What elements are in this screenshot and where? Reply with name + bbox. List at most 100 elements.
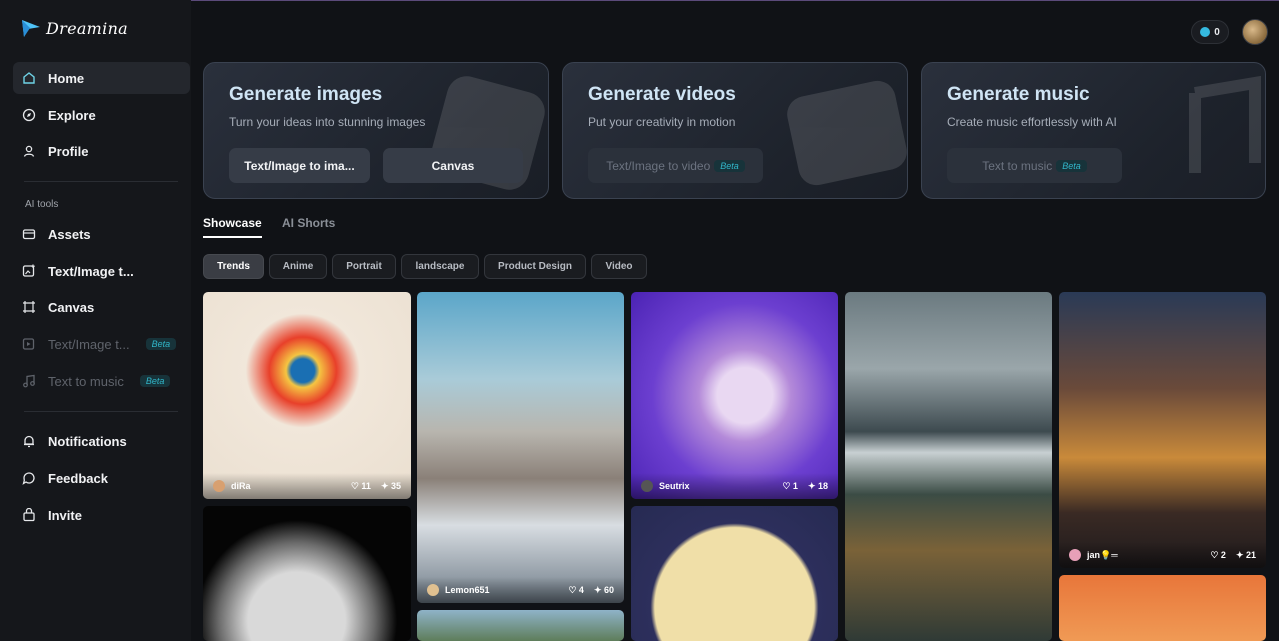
button-label: Text to music	[982, 158, 1053, 173]
image-author[interactable]: Seutrix	[641, 480, 772, 492]
gallery-image-landscape-small[interactable]	[417, 610, 624, 641]
home-icon	[22, 71, 36, 85]
gift-icon	[22, 508, 36, 522]
author-avatar	[641, 480, 653, 492]
brand-name: Dreamina	[46, 18, 129, 38]
card-title: Generate music	[947, 84, 1090, 105]
remix-count[interactable]: ✦ 35	[381, 481, 401, 492]
beta-badge: Beta	[714, 159, 745, 172]
music-icon	[22, 374, 36, 388]
image-meta: Seutrix ♡ 1 ✦ 18	[631, 473, 838, 499]
canvas-button[interactable]: Canvas	[383, 148, 523, 183]
beta-badge: Beta	[1056, 159, 1087, 172]
credit-icon	[1200, 27, 1211, 37]
gallery-image-city-sketch[interactable]	[203, 506, 411, 641]
nav-explore[interactable]: Explore	[13, 99, 190, 131]
like-count[interactable]: ♡ 1	[782, 481, 798, 492]
ai-tools-label: AI tools	[25, 199, 59, 210]
filter-product-design[interactable]: Product Design	[484, 254, 586, 279]
card-title: Generate videos	[588, 84, 736, 105]
tool-label: Assets	[48, 226, 91, 242]
remix-count[interactable]: ✦ 18	[808, 481, 828, 492]
credits-count: 0	[1214, 26, 1220, 38]
filter-anime[interactable]: Anime	[269, 254, 327, 279]
card-title: Generate images	[229, 84, 383, 105]
card-generate-music[interactable]: Generate music Create music effortlessly…	[921, 62, 1266, 199]
music-decor-icon	[1189, 75, 1261, 173]
tool-label: Text/Image t...	[48, 336, 130, 352]
button-label: Text/Image to video	[606, 158, 711, 173]
like-count[interactable]: ♡ 2	[1210, 550, 1226, 561]
sidebar-divider	[24, 411, 178, 412]
dreamina-logo-icon	[22, 20, 40, 37]
tab-ai-shorts[interactable]: AI Shorts	[282, 216, 335, 230]
user-icon	[22, 144, 36, 158]
nav-label: Explore	[48, 107, 96, 123]
tab-showcase[interactable]: Showcase	[203, 216, 262, 230]
tool-text-video[interactable]: Text/Image t... Beta	[13, 328, 190, 360]
video-add-icon	[22, 337, 36, 351]
nav-invite[interactable]: Invite	[13, 499, 190, 531]
image-author[interactable]: diRa	[213, 480, 341, 492]
remix-count[interactable]: ✦ 21	[1236, 550, 1256, 561]
author-avatar	[427, 584, 439, 596]
filter-video[interactable]: Video	[591, 254, 647, 279]
nav-label: Profile	[48, 143, 89, 159]
nav-label: Home	[48, 70, 85, 86]
text-image-video-button[interactable]: Text/Image to video Beta	[588, 148, 763, 183]
tool-text-music[interactable]: Text to music Beta	[13, 365, 190, 397]
sidebar: Dreamina Home Explore Profile AI tools A…	[0, 0, 191, 641]
card-subtitle: Put your creativity in motion	[588, 115, 736, 129]
video-decor-icon	[787, 80, 907, 186]
gallery-image-astronaut[interactable]: Lemon651 ♡ 4 ✦ 60	[417, 292, 624, 603]
image-author[interactable]: jan💡═	[1069, 549, 1200, 561]
tool-assets[interactable]: Assets	[13, 218, 190, 250]
nav-feedback[interactable]: Feedback	[13, 462, 190, 494]
filter-portrait[interactable]: Portrait	[332, 254, 396, 279]
gallery-image-moon-cat[interactable]	[631, 506, 838, 641]
card-generate-images[interactable]: Generate images Turn your ideas into stu…	[203, 62, 549, 199]
author-name: diRa	[231, 481, 251, 491]
filter-landscape[interactable]: landscape	[401, 254, 479, 279]
active-tab-indicator	[203, 236, 262, 238]
filter-trends[interactable]: Trends	[203, 254, 264, 279]
nav-profile[interactable]: Profile	[13, 135, 190, 167]
gallery-image-orange-bats[interactable]	[1059, 575, 1266, 641]
folder-icon	[22, 227, 36, 241]
text-to-music-button[interactable]: Text to music Beta	[947, 148, 1122, 183]
logo[interactable]: Dreamina	[20, 18, 128, 38]
like-count[interactable]: ♡ 11	[351, 481, 371, 492]
compass-icon	[22, 108, 36, 122]
remix-count[interactable]: ✦ 60	[594, 585, 614, 596]
beta-badge: Beta	[145, 338, 177, 350]
bell-icon	[22, 434, 36, 448]
beta-badge: Beta	[139, 375, 171, 387]
image-meta: diRa ♡ 11 ✦ 35	[203, 473, 411, 499]
nav-notifications[interactable]: Notifications	[13, 425, 190, 457]
tool-label: Canvas	[48, 299, 95, 315]
image-meta: jan💡═ ♡ 2 ✦ 21	[1059, 542, 1266, 568]
text-image-button[interactable]: Text/Image to ima...	[229, 148, 370, 183]
avatar[interactable]	[1242, 19, 1268, 45]
card-generate-videos[interactable]: Generate videos Put your creativity in m…	[562, 62, 908, 199]
credits-badge[interactable]: 0	[1191, 20, 1229, 44]
gallery-image-eye[interactable]: diRa ♡ 11 ✦ 35	[203, 292, 411, 499]
card-subtitle: Create music effortlessly with AI	[947, 115, 1117, 129]
gallery-image-mountains[interactable]	[845, 292, 1052, 641]
canvas-icon	[22, 300, 36, 314]
nav-home[interactable]: Home	[13, 62, 190, 94]
tool-label: Text/Image t...	[48, 263, 134, 279]
nav-label: Feedback	[48, 470, 108, 486]
author-name: Seutrix	[659, 481, 690, 491]
like-count[interactable]: ♡ 4	[568, 585, 584, 596]
tool-canvas[interactable]: Canvas	[13, 291, 190, 323]
chat-icon	[22, 471, 36, 485]
image-add-icon	[22, 264, 36, 278]
tool-text-image[interactable]: Text/Image t...	[13, 255, 190, 287]
author-name: Lemon651	[445, 585, 490, 595]
tool-label: Text to music	[48, 373, 124, 389]
image-author[interactable]: Lemon651	[427, 584, 558, 596]
author-name: jan💡═	[1087, 549, 1118, 560]
gallery-image-halloween-girl[interactable]: jan💡═ ♡ 2 ✦ 21	[1059, 292, 1266, 568]
gallery-image-headphones[interactable]: Seutrix ♡ 1 ✦ 18	[631, 292, 838, 499]
